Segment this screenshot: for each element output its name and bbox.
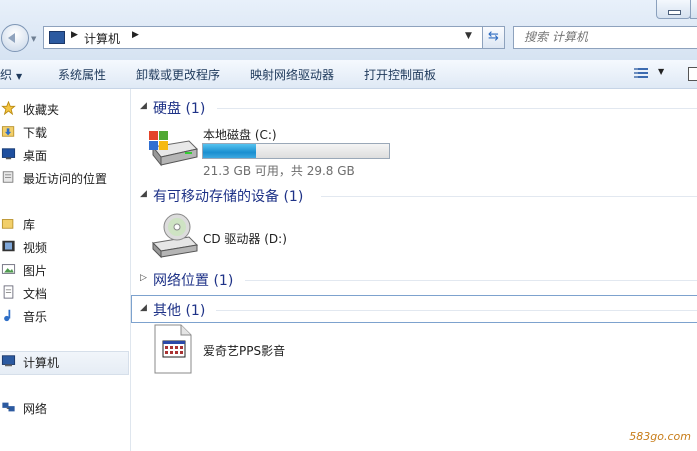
cd-drive-icon <box>151 213 199 259</box>
group-header-network-locations[interactable]: ▷ 网络位置 (1) <box>131 269 697 291</box>
breadcrumb-arrow-icon[interactable]: ▶ <box>71 30 78 40</box>
cd-drive-name: CD 驱动器 (D:) <box>203 232 287 246</box>
documents-icon <box>3 285 14 299</box>
maximize-button[interactable] <box>690 0 697 19</box>
computer-icon <box>49 31 65 44</box>
group-header-other[interactable]: ◢ 其他 (1) <box>131 295 697 323</box>
refresh-button[interactable]: ⇆ <box>482 26 505 49</box>
pps-name: 爱奇艺PPS影音 <box>203 344 286 358</box>
group-divider <box>321 196 697 197</box>
drive-c-space-text: 21.3 GB 可用，共 29.8 GB <box>203 164 355 178</box>
group-divider <box>216 310 697 311</box>
nav-network[interactable]: 网络 <box>0 398 128 418</box>
system-properties-button[interactable]: 系统属性 <box>58 66 106 83</box>
address-toolbar: ▼ ▶ 计算机 ▶ ▼ ⇆ <box>0 0 697 61</box>
computer-icon <box>1 355 16 367</box>
nav-documents[interactable]: 文档 <box>0 283 128 303</box>
group-header-hard-disks[interactable]: ◢ 硬盘 (1) <box>131 97 697 119</box>
search-box[interactable] <box>513 26 697 49</box>
group-divider <box>245 280 697 281</box>
nav-downloads[interactable]: 下载 <box>0 122 128 142</box>
pictures-icon <box>1 264 16 274</box>
network-icon <box>2 402 15 412</box>
refresh-icon: ⇆ <box>488 29 499 44</box>
nav-recent-places[interactable]: 最近访问的位置 <box>0 168 128 188</box>
star-icon <box>1 101 16 115</box>
library-icon <box>1 219 14 229</box>
view-dropdown-icon[interactable]: ▼ <box>658 67 664 76</box>
breadcrumb-arrow-icon[interactable]: ▶ <box>132 30 139 40</box>
drive-c-name: 本地磁盘 (C:) <box>203 128 277 142</box>
chevron-down-icon: ▼ <box>16 72 23 81</box>
map-network-drive-button[interactable]: 映射网络驱动器 <box>250 66 334 83</box>
desktop-icon <box>1 148 16 160</box>
nav-computer[interactable]: 计算机 <box>0 351 129 375</box>
content-pane: ◢ 硬盘 (1) 本地磁盘 (C:) 21.3 GB 可用，共 29.8 GB … <box>131 89 697 451</box>
nav-music[interactable]: 音乐 <box>0 306 128 326</box>
navigation-pane: 收藏夹 下载 桌面 最近访问的位置 库 视频 图片 文档 音乐 计算机 网络 <box>0 89 131 451</box>
drive-c-usage-bar <box>202 143 390 159</box>
nav-libraries[interactable]: 库 <box>0 214 128 234</box>
group-header-removable[interactable]: ◢ 有可移动存储的设备 (1) <box>131 185 697 207</box>
address-bar[interactable]: ▶ 计算机 ▶ ▼ <box>43 26 505 49</box>
change-view-icon[interactable] <box>634 66 648 78</box>
preview-pane-button[interactable] <box>688 67 697 81</box>
program-file-icon <box>154 324 192 374</box>
collapse-arrow-icon[interactable]: ◢ <box>140 303 147 313</box>
nav-favorites[interactable]: 收藏夹 <box>0 99 128 119</box>
downloads-folder-icon <box>1 126 15 137</box>
collapse-arrow-icon[interactable]: ◢ <box>140 189 147 199</box>
group-divider <box>217 108 697 109</box>
nav-videos[interactable]: 视频 <box>0 237 128 257</box>
search-input[interactable] <box>522 29 696 45</box>
recent-pages-dropdown[interactable]: ▼ <box>31 35 36 43</box>
watermark-text: 583go.com <box>629 430 691 443</box>
expand-arrow-icon[interactable]: ▷ <box>140 273 147 283</box>
recent-places-icon <box>2 171 14 183</box>
open-control-panel-button[interactable]: 打开控制面板 <box>364 66 436 83</box>
organize-button[interactable]: 组织▼ <box>0 66 22 83</box>
breadcrumb-computer[interactable]: 计算机 <box>84 30 120 47</box>
music-icon <box>4 309 11 322</box>
drive-c-usage-fill <box>203 144 256 158</box>
back-button[interactable] <box>1 24 29 52</box>
command-bar: 组织▼ 系统属性 卸载或更改程序 映射网络驱动器 打开控制面板 ▼ <box>0 60 697 89</box>
hard-drive-icon <box>149 131 198 167</box>
video-icon <box>2 240 15 252</box>
nav-desktop[interactable]: 桌面 <box>0 145 128 165</box>
collapse-arrow-icon[interactable]: ◢ <box>140 101 147 111</box>
uninstall-program-button[interactable]: 卸载或更改程序 <box>136 66 220 83</box>
nav-pictures[interactable]: 图片 <box>0 260 128 280</box>
minimize-icon <box>668 10 681 15</box>
minimize-button[interactable] <box>656 0 691 19</box>
address-dropdown-icon[interactable]: ▼ <box>465 31 472 41</box>
